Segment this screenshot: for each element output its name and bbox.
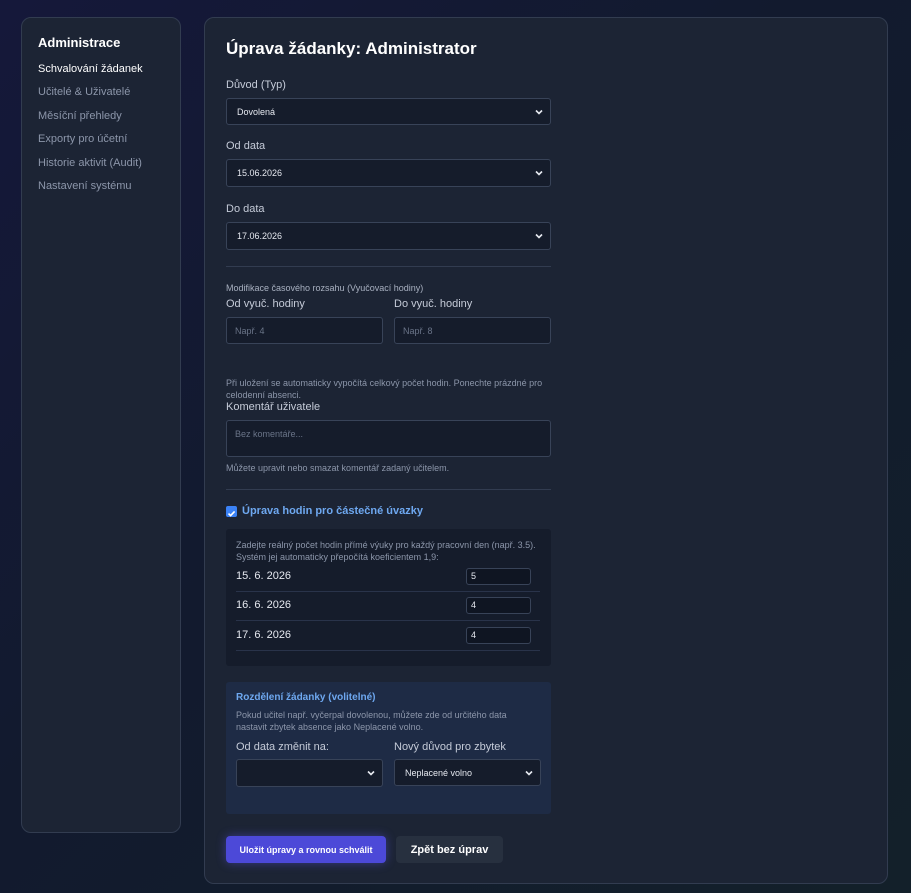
to-hour-label: Do vyuč. hodiny <box>394 298 473 310</box>
day-row: 17. 6. 2026 4 <box>236 621 540 651</box>
comment-textarea[interactable]: Bez komentáře... <box>226 420 551 457</box>
divider <box>226 489 551 490</box>
from-hour-label: Od vyuč. hodiny <box>226 298 305 310</box>
chevron-down-icon <box>525 770 533 776</box>
day-date: 16. 6. 2026 <box>236 599 292 611</box>
to-date-select[interactable]: 17.06.2026 <box>226 222 551 250</box>
partial-hint: Zadejte reálný počet hodin přímé výuky p… <box>236 540 536 562</box>
page-title: Úprava žádanky: Administrator <box>226 39 477 58</box>
reason-value: Dovolená <box>237 106 276 117</box>
from-date-label: Od data <box>226 140 266 152</box>
sidebar-item-settings[interactable]: Nastavení systému <box>38 179 180 202</box>
split-reason-value: Neplacené volno <box>405 767 473 778</box>
from-date-value: 15.06.2026 <box>237 168 283 178</box>
comment-label: Komentář uživatele <box>226 401 321 413</box>
split-from-select[interactable] <box>236 759 383 787</box>
comment-hint: Můžete upravit nebo smazat komentář zada… <box>226 463 450 473</box>
time-range-label: Modifikace časového rozsahu (Vyučovací h… <box>226 283 424 293</box>
divider <box>226 266 551 267</box>
day-date: 17. 6. 2026 <box>236 629 292 641</box>
from-date-select[interactable]: 15.06.2026 <box>226 159 551 187</box>
partial-checkbox[interactable] <box>226 506 237 517</box>
reason-select[interactable]: Dovolená <box>226 98 551 125</box>
day-row: 15. 6. 2026 5 <box>236 562 540 592</box>
split-reason-label: Nový důvod pro zbytek <box>394 741 506 753</box>
sidebar-title: Administrace <box>38 35 121 50</box>
back-without-changes-button[interactable]: Zpět bez úprav <box>396 836 503 863</box>
chevron-down-icon <box>535 170 543 176</box>
split-hint: Pokud učitel např. vyčerpal dovolenou, m… <box>236 710 507 732</box>
time-hint: Při uložení se automaticky vypočítá celk… <box>226 378 543 400</box>
day-hours-input[interactable]: 4 <box>466 597 531 614</box>
split-from-label: Od data změnit na: <box>236 741 329 753</box>
chevron-down-icon <box>367 770 375 776</box>
sidebar-item-requests[interactable]: Schvalování žádanek <box>38 62 180 85</box>
sidebar: Administrace Schvalování žádanek Učitelé… <box>21 17 181 833</box>
chevron-down-icon <box>535 233 543 239</box>
day-hours-input[interactable]: 4 <box>466 627 531 644</box>
partial-checkbox-label[interactable]: Úprava hodin pro částečné úvazky <box>242 505 423 517</box>
sidebar-item-users[interactable]: Učitelé & Uživatelé <box>38 85 180 108</box>
sidebar-item-monthly[interactable]: Měsíční přehledy <box>38 109 180 132</box>
split-request-box: Rozdělení žádanky (volitelné) Pokud učit… <box>226 682 551 814</box>
to-date-label: Do data <box>226 203 265 215</box>
from-hour-input[interactable]: Např. 4 <box>226 317 383 344</box>
comment-placeholder: Bez komentáře... <box>235 429 304 439</box>
split-reason-select[interactable]: Neplacené volno <box>394 759 541 786</box>
to-hour-input[interactable]: Např. 8 <box>394 317 551 344</box>
check-icon <box>227 510 236 517</box>
day-date: 15. 6. 2026 <box>236 570 292 582</box>
save-and-approve-button[interactable]: Uložit úpravy a rovnou schválit <box>226 836 386 863</box>
to-hour-placeholder: Např. 8 <box>403 325 433 336</box>
sidebar-item-audit[interactable]: Historie aktivit (Audit) <box>38 156 180 179</box>
day-row: 16. 6. 2026 4 <box>236 591 540 621</box>
edit-request-panel: Úprava žádanky: Administrator Důvod (Typ… <box>204 17 888 884</box>
to-date-value: 17.06.2026 <box>237 231 283 241</box>
day-hours-input[interactable]: 5 <box>466 568 531 585</box>
from-hour-placeholder: Např. 4 <box>235 325 265 336</box>
partial-hours-box: Zadejte reálný počet hodin přímé výuky p… <box>226 529 551 666</box>
sidebar-item-exports[interactable]: Exporty pro účetní <box>38 132 180 155</box>
split-title: Rozdělení žádanky (volitelné) <box>236 692 376 703</box>
chevron-down-icon <box>535 109 543 115</box>
reason-label: Důvod (Typ) <box>226 79 286 91</box>
